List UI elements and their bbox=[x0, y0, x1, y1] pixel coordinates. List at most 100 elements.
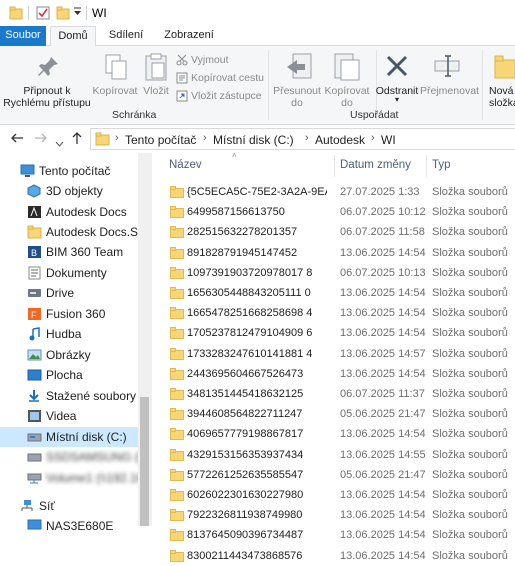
chevron-right-icon[interactable]: › bbox=[305, 132, 309, 144]
file-date: 13.06.2025 14:55 bbox=[340, 448, 426, 461]
table-row[interactable]: 2443695604667526473 13.06.2025 14:54 Složk… bbox=[152, 364, 515, 384]
delete-icon bbox=[385, 54, 409, 81]
table-row[interactable]: 1656305448843205111 0 13.06.2025 14:54 Slo… bbox=[152, 283, 515, 303]
paste-shortcut-button[interactable]: Vložit zástupce bbox=[176, 88, 262, 104]
breadcrumb-wi[interactable]: WI bbox=[381, 133, 396, 147]
breadcrumb-autodesk[interactable]: Autodesk bbox=[315, 133, 365, 147]
sidebar-item-drive[interactable]: Drive bbox=[0, 283, 138, 303]
column-header-type[interactable]: Typ bbox=[432, 159, 451, 171]
sidebar-item-pictures[interactable]: Obrázky bbox=[0, 345, 138, 365]
table-row[interactable]: 1665478251668258698 4 13.06.2025 14:54 Slo… bbox=[152, 303, 515, 323]
table-row[interactable]: 891828791945147452 13.06.2025 14:54 Složka… bbox=[152, 243, 515, 263]
copy-icon bbox=[104, 53, 128, 84]
table-row[interactable]: 4329153156353937434 13.06.2025 14:55 Složk… bbox=[152, 445, 515, 465]
sidebar-item-volume1[interactable]: Volume1 (\\192.168.1 bbox=[0, 468, 160, 488]
divider bbox=[28, 6, 29, 20]
tab-home[interactable]: Domů bbox=[50, 26, 96, 47]
folder-icon bbox=[170, 347, 184, 360]
table-row[interactable]: 1733283247610141881 4 13.06.2025 14:57 Slo… bbox=[152, 344, 515, 364]
customize-toolbar-icon[interactable] bbox=[73, 7, 87, 21]
svg-text:B: B bbox=[31, 248, 37, 258]
column-header-date[interactable]: Datum změny bbox=[340, 159, 411, 171]
downloads-icon bbox=[27, 389, 42, 403]
sidebar-item-desktop[interactable]: Plocha bbox=[0, 365, 138, 385]
sidebar-item-label: Fusion 360 bbox=[46, 307, 106, 321]
tab-view[interactable]: Zobrazení bbox=[158, 26, 220, 46]
column-header-name[interactable]: Název bbox=[169, 159, 202, 171]
sidebar-item-downloads[interactable]: Stažené soubory bbox=[0, 386, 138, 406]
bim-icon: B bbox=[27, 245, 42, 259]
tab-file[interactable]: Soubor bbox=[0, 26, 46, 46]
sidebar-item-bim-360-team[interactable]: B BIM 360 Team bbox=[0, 242, 138, 262]
new-folder-icon[interactable] bbox=[56, 6, 70, 20]
table-row[interactable]: 8137645090396734487 13.06.2025 14:54 Složk… bbox=[152, 525, 515, 545]
file-name: 1733283247610141881 4 bbox=[187, 347, 313, 360]
sidebar-item-fusion-360[interactable]: F Fusion 360 bbox=[0, 304, 138, 324]
file-name: 4329153156353937434 bbox=[187, 448, 304, 461]
back-arrow-icon[interactable] bbox=[10, 131, 24, 148]
new-folder-label-1: Nová bbox=[489, 85, 514, 97]
chevron-right-icon[interactable]: › bbox=[115, 132, 119, 144]
sidebar-item-documents[interactable]: Dokumenty bbox=[0, 263, 138, 283]
table-row[interactable]: 282515632278201357 06.07.2025 11:58 Složka… bbox=[152, 222, 515, 242]
pc-icon bbox=[20, 164, 35, 178]
folder-icon bbox=[170, 266, 184, 279]
up-arrow-icon[interactable] bbox=[70, 131, 84, 148]
sidebar-item-network[interactable]: Síť bbox=[0, 496, 138, 516]
chevron-right-icon[interactable]: › bbox=[203, 132, 207, 144]
column-divider[interactable] bbox=[426, 155, 427, 177]
recent-locations-icon[interactable] bbox=[55, 134, 64, 150]
breadcrumb-this-pc[interactable]: Tento počítač bbox=[125, 133, 196, 147]
table-row[interactable]: {5C5ECA5C-75E2-3A2A-9EAF... 27.07.2025 1:… bbox=[152, 182, 515, 202]
table-row[interactable]: 6026022301630227980 13.06.2025 14:54 Složk… bbox=[152, 485, 515, 505]
table-row[interactable]: 4069657779198867817 13.06.2025 14:54 Složk… bbox=[152, 424, 515, 444]
properties-icon[interactable] bbox=[36, 6, 50, 20]
sidebar-item-3d-objects[interactable]: 3D objekty bbox=[0, 181, 138, 201]
address-bar[interactable]: › Tento počítač › Místní disk (C:) › Aut… bbox=[90, 128, 515, 150]
forward-arrow-icon[interactable] bbox=[34, 131, 48, 148]
sidebar-item-local-disk[interactable]: Místní disk (C:) bbox=[0, 427, 138, 447]
column-divider[interactable] bbox=[334, 155, 335, 177]
table-row[interactable]: 6499587156613750 06.07.2025 10:12 Složka s… bbox=[152, 202, 515, 222]
network-icon bbox=[20, 499, 35, 513]
folder-icon bbox=[170, 448, 184, 461]
sidebar-item-this-pc[interactable]: Tento počítač bbox=[0, 161, 138, 181]
table-row[interactable]: 1097391903720978017 8 06.07.2025 10:13 Slo… bbox=[152, 263, 515, 283]
breadcrumb-local-disk[interactable]: Místní disk (C:) bbox=[213, 133, 294, 147]
table-row[interactable]: 1705237812479104909 6 13.06.2025 14:54 Slo… bbox=[152, 323, 515, 343]
sidebar-item-ssd-samsung[interactable]: SSDSAMSUNG (D:) bbox=[0, 447, 155, 467]
file-date: 05.06.2025 21:47 bbox=[340, 468, 426, 481]
sidebar-item-autodesk-docs[interactable]: Autodesk Docs bbox=[0, 202, 138, 222]
copy-to-label-2: do bbox=[341, 97, 353, 109]
new-folder-icon bbox=[494, 54, 515, 83]
sidebar-item-label: Síť bbox=[39, 499, 55, 513]
cut-button[interactable]: Vyjmout bbox=[176, 52, 229, 68]
disk-icon bbox=[27, 450, 42, 464]
file-type: Složka souborů bbox=[432, 246, 508, 259]
table-row[interactable]: 7922326811938749980 13.06.2025 14:54 Složk… bbox=[152, 505, 515, 525]
sidebar-item-videos[interactable]: Videa bbox=[0, 406, 138, 426]
table-row[interactable]: 3481351445418632125 06.07.2025 11:37 Složk… bbox=[152, 384, 515, 404]
file-type: Složka souborů bbox=[432, 327, 508, 340]
tab-share[interactable]: Sdílení bbox=[100, 26, 152, 46]
chevron-down-icon[interactable]: ▾ bbox=[372, 94, 422, 106]
file-name: 3481351445418632125 bbox=[187, 388, 304, 400]
copy-path-button[interactable]: Kopírovat cestu bbox=[176, 70, 264, 86]
sidebar-item-autodesk-docs-shell[interactable]: Autodesk Docs.Shell bbox=[0, 222, 157, 242]
music-icon bbox=[27, 327, 42, 341]
sidebar-item-music[interactable]: Hudba bbox=[0, 324, 138, 344]
sidebar-item-nas[interactable]: NAS3E680E bbox=[0, 516, 138, 536]
folder-icon bbox=[170, 428, 184, 441]
sidebar-scrollbar-thumb[interactable] bbox=[140, 397, 149, 526]
file-name: 6026022301630227980 bbox=[187, 489, 304, 501]
folder-icon bbox=[170, 388, 184, 400]
file-type: Složka souborů bbox=[432, 186, 508, 198]
table-row[interactable]: 3944608564822711247 05.06.2025 21:47 Složk… bbox=[152, 404, 515, 424]
folder-icon bbox=[170, 549, 184, 562]
file-date: 06.07.2025 11:37 bbox=[340, 388, 425, 400]
scissors-icon bbox=[176, 54, 188, 66]
table-row[interactable]: 5772261252635585547 05.06.2025 21:47 Složk… bbox=[152, 465, 515, 485]
chevron-right-icon[interactable]: › bbox=[371, 132, 375, 144]
file-name: 4069657779198867817 bbox=[187, 428, 304, 441]
table-row[interactable]: 8300211443473868576 13.06.2025 14:54 Složk… bbox=[152, 546, 515, 566]
